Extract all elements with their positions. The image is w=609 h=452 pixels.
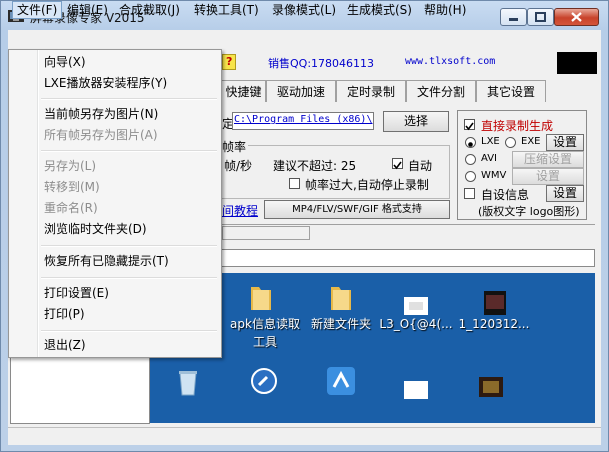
path-value: C:\Program Files (x86)\ bbox=[234, 114, 373, 125]
close-button[interactable] bbox=[554, 8, 599, 26]
menu-item-restore-hints[interactable]: 恢复所有已隐藏提示(T) bbox=[12, 251, 218, 272]
check-icon bbox=[393, 161, 402, 170]
avi-label: AVI bbox=[481, 153, 497, 164]
menu-bar bbox=[8, 30, 601, 50]
wmv-radio[interactable] bbox=[465, 171, 476, 182]
framerate-legend: 帧率 bbox=[222, 138, 249, 155]
menu-convert[interactable]: 转换工具(T) bbox=[190, 2, 263, 18]
desktop-item-label: apk信息读取工具 bbox=[230, 317, 300, 349]
lxe-radio[interactable] bbox=[465, 137, 476, 148]
menu-edit[interactable]: 编辑(E) bbox=[63, 2, 112, 18]
folder-icon bbox=[251, 287, 271, 310]
website-link[interactable]: www.tlxsoft.com bbox=[405, 56, 495, 67]
menu-separator bbox=[41, 98, 217, 100]
tab-hotkeys[interactable]: 快捷键 bbox=[221, 80, 266, 102]
minimize-button[interactable] bbox=[500, 8, 527, 26]
sales-qq-label: 销售QQ:178046113 bbox=[268, 57, 375, 70]
wmv-settings-button[interactable]: 设置 bbox=[512, 168, 584, 185]
fps-unit-label: 帧/秒 bbox=[224, 159, 253, 173]
tab-file-split[interactable]: 文件分割 bbox=[406, 80, 476, 102]
maximize-icon bbox=[535, 12, 546, 22]
menu-item-save-as[interactable]: 另存为(L) bbox=[12, 156, 218, 177]
preview-thumbnail bbox=[557, 52, 597, 74]
app-shortcut-icon bbox=[327, 367, 355, 395]
desktop-item-label: L3_O{@4(... bbox=[379, 317, 453, 331]
direct-gen-checkbox[interactable] bbox=[464, 119, 475, 131]
exe-radio[interactable] bbox=[505, 137, 516, 148]
auto-checkbox[interactable] bbox=[392, 158, 403, 170]
avi-radio[interactable] bbox=[465, 154, 476, 165]
menu-separator bbox=[41, 277, 217, 279]
wmv-label: WMV bbox=[481, 170, 507, 181]
menu-item-save-all-frames[interactable]: 所有帧另存为图片(A) bbox=[12, 125, 218, 146]
desktop-item-label: 1_120312... bbox=[458, 317, 530, 331]
close-icon bbox=[571, 12, 582, 22]
browse-button[interactable]: 选择 bbox=[383, 111, 449, 132]
copyright-hint: (版权文字 logo图形) bbox=[478, 205, 580, 218]
stop-on-high-fps-label: 帧率过大,自动停止录制 bbox=[305, 178, 429, 192]
image-file-icon bbox=[479, 377, 503, 397]
custom-info-settings-button[interactable]: 设置 bbox=[546, 185, 584, 202]
folder-icon bbox=[331, 287, 351, 310]
menu-separator bbox=[41, 245, 217, 247]
menu-item-browse-temp[interactable]: 浏览临时文件夹(D) bbox=[12, 219, 218, 240]
radio-dot-icon bbox=[468, 142, 473, 147]
app-shortcut-icon bbox=[251, 368, 277, 394]
maximize-button[interactable] bbox=[527, 8, 554, 26]
tutorial-link[interactable]: 间教程 bbox=[222, 202, 258, 219]
exe-label: EXE bbox=[521, 136, 541, 147]
tab-driver-accel[interactable]: 驱动加速 bbox=[266, 80, 336, 102]
path-input[interactable]: C:\Program Files (x86)\ bbox=[232, 112, 374, 130]
auto-label: 自动 bbox=[408, 159, 433, 173]
menu-item-move-to[interactable]: 转移到(M) bbox=[12, 177, 218, 198]
recycle-bin-icon bbox=[179, 371, 197, 396]
menu-item-lxe-installer[interactable]: LXE播放器安装程序(Y) bbox=[12, 73, 218, 94]
menu-record-mode[interactable]: 录像模式(L) bbox=[268, 2, 340, 18]
image-file-icon bbox=[404, 381, 428, 399]
check-icon bbox=[465, 122, 474, 131]
tab-other-settings[interactable]: 其它设置 bbox=[476, 80, 546, 102]
menu-item-rename[interactable]: 重命名(R) bbox=[12, 198, 218, 219]
menu-help[interactable]: 帮助(H) bbox=[420, 2, 470, 18]
file-menu-dropdown: 向导(X) LXE播放器安装程序(Y) 当前帧另存为图片(N) 所有帧另存为图片… bbox=[8, 49, 222, 358]
menu-file[interactable]: 文件(F) bbox=[12, 1, 63, 19]
custom-info-checkbox[interactable] bbox=[464, 188, 475, 199]
menu-separator bbox=[41, 150, 217, 152]
custom-info-label: 自设信息 bbox=[481, 188, 530, 202]
progress-slot bbox=[222, 226, 310, 240]
file-list[interactable] bbox=[10, 350, 150, 424]
help-icon: ? bbox=[226, 55, 233, 68]
lxe-label: LXE bbox=[481, 136, 500, 147]
menu-item-save-frame[interactable]: 当前帧另存为图片(N) bbox=[12, 104, 218, 125]
direct-gen-label: 直接录制生成 bbox=[481, 119, 554, 133]
lxe-settings-button[interactable]: 设置 bbox=[546, 134, 584, 151]
stop-on-high-fps-checkbox[interactable] bbox=[289, 178, 300, 189]
menu-separator bbox=[41, 330, 217, 332]
menu-item-print-setup[interactable]: 打印设置(E) bbox=[12, 283, 218, 304]
max-fps-hint: 建议不超过: 25 bbox=[273, 159, 357, 173]
menu-compose[interactable]: 合成截取(J) bbox=[115, 2, 184, 18]
format-support-button[interactable]: MP4/FLV/SWF/GIF 格式支持 bbox=[264, 200, 450, 219]
desktop-item-label: 新建文件夹 bbox=[310, 317, 371, 331]
minimize-icon bbox=[509, 18, 518, 21]
menu-item-wizard[interactable]: 向导(X) bbox=[12, 52, 218, 73]
help-toolbar-button[interactable]: ? bbox=[222, 54, 236, 70]
tab-timer-record[interactable]: 定时录制 bbox=[336, 80, 406, 102]
menu-item-exit[interactable]: 退出(Z) bbox=[12, 335, 218, 356]
compress-settings-button[interactable]: 压缩设置 bbox=[512, 151, 584, 168]
status-bar bbox=[8, 427, 601, 445]
menu-item-print[interactable]: 打印(P) bbox=[12, 304, 218, 325]
menu-gen-mode[interactable]: 生成模式(S) bbox=[343, 2, 416, 18]
